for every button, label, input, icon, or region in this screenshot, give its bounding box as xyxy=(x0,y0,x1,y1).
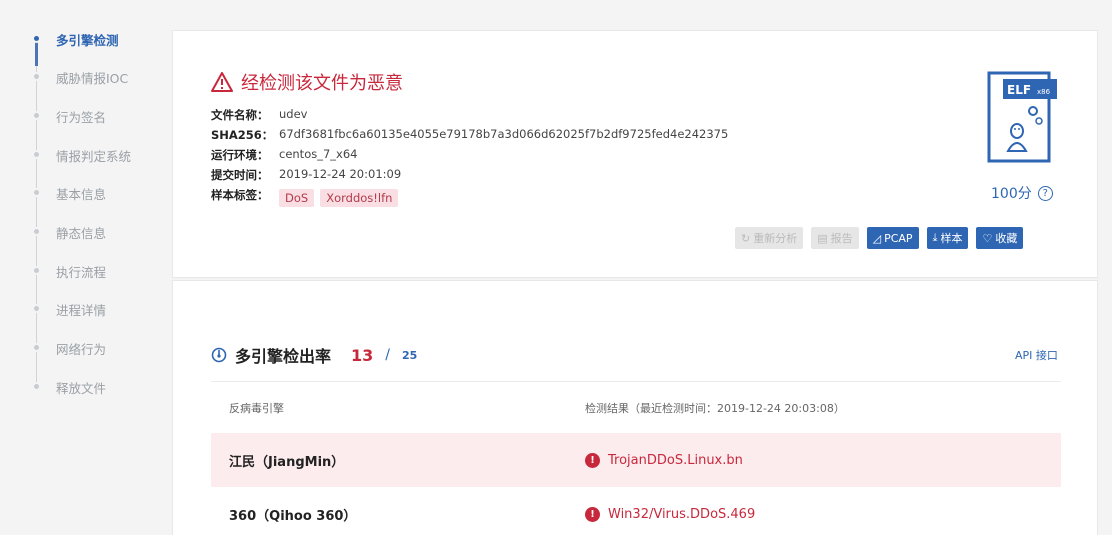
summary-card: 经检测该文件为恶意 文件名称： udev SHA256： 67df3681fbc… xyxy=(172,30,1098,278)
detection-total: 25 xyxy=(402,348,418,362)
reanalyze-label: 重新分析 xyxy=(753,232,798,245)
file-arch-label: x86 xyxy=(1037,88,1051,96)
submit-time-row: 提交时间： 2019-12-24 20:01:09 xyxy=(211,167,401,183)
favorite-label: 收藏 xyxy=(995,232,1018,245)
detection-result: Win32/Virus.DDoS.469 xyxy=(608,506,756,522)
nav-item-label: 多引擎检测 xyxy=(56,33,119,48)
nav-dot-icon xyxy=(32,227,41,236)
nav-item-label: 网络行为 xyxy=(56,342,107,357)
nav-dot-icon xyxy=(32,188,41,197)
environment-value: centos_7_x64 xyxy=(279,147,358,161)
api-link[interactable]: API 接口 xyxy=(1015,347,1058,363)
nav-item-dropped-files[interactable]: 释放文件 xyxy=(0,377,170,397)
download-icon: ⤓ xyxy=(932,231,938,244)
warning-icon xyxy=(211,72,233,92)
detection-count: 13 xyxy=(351,345,374,365)
table-row: 江民（JiangMin） ! TrojanDDoS.Linux.bn xyxy=(211,433,1061,487)
field-label: SHA256： xyxy=(211,128,274,142)
nav-item-label: 基本信息 xyxy=(56,187,107,202)
sha256-row: SHA256： 67df3681fbc6a60135e4055e79178b7a… xyxy=(211,127,728,143)
engine-name: 360（Qihoo 360） xyxy=(229,508,357,524)
nav-dot-icon xyxy=(32,34,41,43)
column-header-result: 检测结果（最近检测时间：2019-12-24 20:03:08） xyxy=(585,401,845,415)
column-header-engine: 反病毒引擎 xyxy=(229,401,284,415)
favorite-button[interactable]: ♡ 收藏 xyxy=(976,227,1024,249)
nav-dot-icon xyxy=(32,343,41,352)
verdict-heading: 经检测该文件为恶意 xyxy=(211,69,403,95)
sample-label: 样本 xyxy=(940,232,963,245)
file-name-row: 文件名称： udev xyxy=(211,107,307,123)
alert-icon: ! xyxy=(585,452,600,468)
nav-dot-icon xyxy=(32,150,41,159)
result-cell: ! Win32/Virus.DDoS.469 xyxy=(585,506,1061,522)
detection-title: 多引擎检出率 xyxy=(235,347,332,366)
pcap-label: PCAP xyxy=(884,231,913,245)
nav-item-label: 静态信息 xyxy=(56,226,107,241)
environment-row: 运行环境： centos_7_x64 xyxy=(211,147,357,163)
sha256-value: 67df3681fbc6a60135e4055e79178b7a3d066d62… xyxy=(279,127,729,141)
nav-timeline xyxy=(36,40,37,388)
detection-heading: 多引擎检出率 13 / 25 xyxy=(211,343,417,367)
refresh-icon: ↻ xyxy=(741,231,751,245)
pcap-icon: ◿ xyxy=(872,231,882,245)
action-toolbar: ↻ 重新分析 ▤ 报告 ◿ PCAP ⤓ 样本 ♡ 收藏 xyxy=(735,227,1024,249)
verdict-text: 经检测该文件为恶意 xyxy=(241,73,403,94)
nav-item-label: 行为签名 xyxy=(56,110,107,125)
nav-item-behavior-signature[interactable]: 行为签名 xyxy=(0,106,170,126)
detection-card: 多引擎检出率 13 / 25 API 接口 反病毒引擎 检测结果（最近检测时间：… xyxy=(172,280,1098,535)
tag-badge[interactable]: DoS xyxy=(279,189,315,207)
tag-badge[interactable]: Xorddos!lfn xyxy=(320,189,399,207)
nav-dot-icon xyxy=(32,382,41,391)
nav-item-label: 执行流程 xyxy=(56,265,107,280)
score-value: 100分 xyxy=(991,186,1032,202)
tags-row: 样本标签： xyxy=(211,187,279,203)
nav-item-network-behavior[interactable]: 网络行为 xyxy=(0,338,170,358)
detection-separator: / xyxy=(385,347,390,363)
field-label: 运行环境： xyxy=(211,148,269,162)
field-label: 提交时间： xyxy=(211,168,269,182)
nav-item-static-info[interactable]: 静态信息 xyxy=(0,222,170,242)
pcap-download-button[interactable]: ◿ PCAP xyxy=(866,227,919,249)
sample-tags: DoS Xorddos!lfn xyxy=(279,189,399,207)
engine-name: 江民（JiangMin） xyxy=(229,454,345,470)
nav-item-label: 情报判定系统 xyxy=(56,149,132,164)
nav-dot-icon xyxy=(32,304,41,313)
report-icon: ▤ xyxy=(817,231,828,245)
nav-dot-icon xyxy=(32,72,41,81)
nav-item-label: 释放文件 xyxy=(56,381,107,396)
submit-time-value: 2019-12-24 20:01:09 xyxy=(279,167,402,181)
sample-download-button[interactable]: ⤓ 样本 xyxy=(926,227,969,249)
nav-item-execution-flow[interactable]: 执行流程 xyxy=(0,261,170,281)
nav-dot-icon xyxy=(32,266,41,275)
engine-results-table: 反病毒引擎 检测结果（最近检测时间：2019-12-24 20:03:08） 江… xyxy=(211,381,1061,535)
help-icon[interactable]: ? xyxy=(1037,185,1053,201)
file-name-value: udev xyxy=(279,107,308,121)
detection-result: TrojanDDoS.Linux.bn xyxy=(608,452,743,468)
field-label: 文件名称： xyxy=(211,108,269,122)
nav-item-intel-verdict[interactable]: 情报判定系统 xyxy=(0,145,170,165)
gauge-icon xyxy=(211,347,227,363)
report-button[interactable]: ▤ 报告 xyxy=(811,227,859,249)
result-cell: ! TrojanDDoS.Linux.bn xyxy=(585,452,1061,468)
alert-icon: ! xyxy=(585,506,600,522)
table-header: 反病毒引擎 检测结果（最近检测时间：2019-12-24 20:03:08） xyxy=(211,381,1061,433)
nav-item-label: 威胁情报IOC xyxy=(56,71,129,86)
report-label: 报告 xyxy=(830,232,853,245)
score-display: 100分 ? xyxy=(991,183,1053,203)
heart-icon: ♡ xyxy=(982,231,993,245)
nav-item-process-details[interactable]: 进程详情 xyxy=(0,299,170,319)
reanalyze-button[interactable]: ↻ 重新分析 xyxy=(735,227,804,249)
elf-file-icon: ELF x86 xyxy=(987,71,1057,163)
file-type-label: ELF xyxy=(1007,83,1031,97)
section-nav: 多引擎检测 威胁情报IOC 行为签名 情报判定系统 基本信息 静态信息 执行流程… xyxy=(0,0,170,535)
nav-item-label: 进程详情 xyxy=(56,303,107,318)
nav-item-threat-ioc[interactable]: 威胁情报IOC xyxy=(0,67,170,87)
table-row: 360（Qihoo 360） ! Win32/Virus.DDoS.469 xyxy=(211,487,1061,535)
nav-item-basic-info[interactable]: 基本信息 xyxy=(0,183,170,203)
nav-item-multi-engine[interactable]: 多引擎检测 xyxy=(0,29,170,49)
nav-dot-icon xyxy=(32,111,41,120)
field-label: 样本标签： xyxy=(211,188,269,202)
